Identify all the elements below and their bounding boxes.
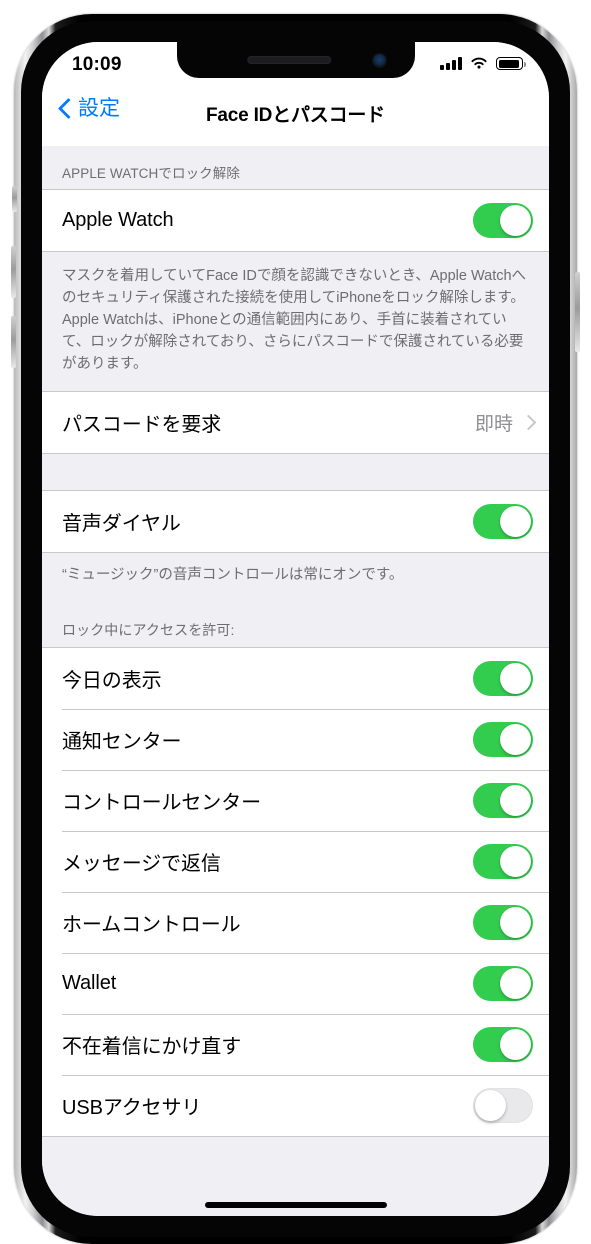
toggle-voice-dial[interactable] <box>473 504 533 540</box>
earpiece-speaker-icon <box>246 56 331 64</box>
row-label: 今日の表示 <box>62 670 162 693</box>
volume-down-button[interactable] <box>11 316 16 368</box>
toggle-knob <box>500 907 531 939</box>
toggle-knob <box>500 846 531 878</box>
row-label: 不在着信にかけ直す <box>62 1036 242 1059</box>
front-camera-icon <box>371 53 387 68</box>
require-passcode-group: パスコードを要求 即時 <box>42 391 549 455</box>
toggle-apple-watch[interactable] <box>473 203 533 238</box>
row-allow-access[interactable]: USBアクセサリ <box>42 1075 549 1137</box>
row-label: パスコードを要求 <box>62 414 222 437</box>
wifi-icon <box>471 57 487 69</box>
page-title: Face IDとパスコード <box>206 105 385 126</box>
chevron-right-icon <box>523 414 533 431</box>
row-label: Wallet <box>62 972 117 995</box>
display-notch <box>176 42 415 78</box>
toggle-allow-access[interactable] <box>473 722 533 758</box>
row-allow-access[interactable]: コントロールセンター <box>42 770 549 832</box>
toggle-knob <box>500 785 531 817</box>
toggle-knob <box>500 968 531 1000</box>
home-indicator[interactable] <box>204 1202 387 1208</box>
phone-bezel: 10:09 設定 Face IDとパスコード APPLE WATCHでロック解除… <box>21 21 570 1237</box>
row-value: 即時 <box>474 414 513 436</box>
row-require-passcode[interactable]: パスコードを要求 即時 <box>42 392 549 454</box>
row-label: ホームコントロール <box>62 914 241 937</box>
row-label: メッセージで返信 <box>62 853 221 876</box>
toggle-knob <box>500 663 531 695</box>
toggle-knob <box>500 205 531 236</box>
battery-icon <box>496 57 526 70</box>
allow-access-group: 今日の表示通知センターコントロールセンター メッセージで返信 ホームコントロール Wa… <box>42 647 549 1138</box>
toggle-allow-access[interactable] <box>473 783 533 819</box>
footnote-voice-dial: “ミュージック”の音声コントロールは常にオンです。 <box>62 567 404 584</box>
row-apple-watch[interactable]: Apple Watch <box>42 190 549 251</box>
row-allow-access[interactable]: 通知センター <box>42 709 549 771</box>
toggle-knob <box>475 1090 506 1122</box>
section-header-allow-access: ロック中にアクセスを許可: <box>62 622 235 639</box>
navigation-bar: 設定 Face IDとパスコード <box>42 88 549 146</box>
row-label: 音声ダイヤル <box>62 513 181 536</box>
silent-switch[interactable] <box>12 186 17 212</box>
settings-content: APPLE WATCHでロック解除 Apple Watch マスクを着用していて… <box>42 146 549 1216</box>
volume-up-button[interactable] <box>11 246 16 298</box>
toggle-allow-access[interactable] <box>473 844 533 880</box>
section-header-apple-watch: APPLE WATCHでロック解除 <box>62 166 240 181</box>
side-power-button[interactable] <box>575 272 580 352</box>
phone-frame: 10:09 設定 Face IDとパスコード APPLE WATCHでロック解除… <box>11 14 580 1244</box>
toggle-knob <box>500 506 531 538</box>
row-allow-access[interactable]: メッセージで返信 <box>42 831 549 893</box>
row-label: コントロールセンター <box>62 792 261 815</box>
cellular-bars-icon <box>440 57 462 70</box>
phone-screen: 10:09 設定 Face IDとパスコード APPLE WATCHでロック解除… <box>42 42 549 1216</box>
status-indicators <box>440 56 526 71</box>
row-allow-access[interactable]: 今日の表示 <box>42 648 549 710</box>
row-allow-access[interactable]: Wallet <box>42 953 549 1015</box>
toggle-allow-access[interactable] <box>473 966 533 1002</box>
row-allow-access[interactable]: ホームコントロール <box>42 892 549 954</box>
toggle-allow-access[interactable] <box>473 1088 533 1124</box>
toggle-allow-access[interactable] <box>473 1027 533 1063</box>
row-label: 通知センター <box>62 731 182 754</box>
toggle-allow-access[interactable] <box>473 661 533 697</box>
voice-dial-group: 音声ダイヤル <box>42 490 549 554</box>
toggle-knob <box>500 724 531 756</box>
toggle-knob <box>500 1029 531 1061</box>
row-voice-dial[interactable]: 音声ダイヤル <box>42 491 549 553</box>
toggle-allow-access[interactable] <box>473 905 533 941</box>
footnote-apple-watch: マスクを着用していてFace IDで顔を認識できないとき、Apple Watch… <box>62 268 527 373</box>
row-label: Apple Watch <box>62 209 174 231</box>
row-label: USBアクセサリ <box>62 1097 202 1120</box>
apple-watch-group: Apple Watch <box>42 189 549 252</box>
row-allow-access[interactable]: 不在着信にかけ直す <box>42 1014 549 1076</box>
status-time: 10:09 <box>72 54 122 75</box>
